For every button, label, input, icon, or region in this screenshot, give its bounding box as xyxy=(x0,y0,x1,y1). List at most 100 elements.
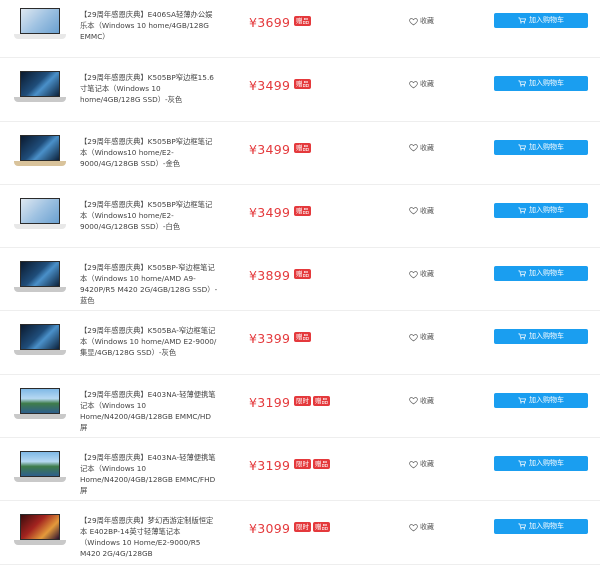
product-tags: 赠品 xyxy=(294,79,311,90)
add-to-cart-button[interactable]: 加入购物车 xyxy=(494,13,588,28)
add-to-cart-label: 加入购物车 xyxy=(529,269,564,278)
product-name-link[interactable]: 【29周年感恩庆典】K505BP窄边框笔记本（Windows10 home/E2… xyxy=(80,199,218,232)
laptop-base xyxy=(14,160,66,166)
product-list: 【29周年感恩庆典】E406SA轻薄办公娱乐本（Windows 10 home/… xyxy=(0,0,600,565)
product-row: 【29周年感恩庆典】K505BP窄边框15.6寸笔记本（Windows 10 h… xyxy=(0,58,600,122)
product-row: 【29周年感恩庆典】梦幻西游定制版恒定本 E402BP-14英寸轻薄笔记本（Wi… xyxy=(0,501,600,565)
add-to-cart-button[interactable]: 加入购物车 xyxy=(494,456,588,472)
cart-icon xyxy=(518,144,526,151)
laptop-base xyxy=(14,477,66,483)
product-thumbnail[interactable] xyxy=(14,512,66,550)
favorite-button[interactable]: 收藏 xyxy=(409,522,434,532)
product-name-link[interactable]: 【29周年感恩庆典】E403NA-轻薄便携笔记本（Windows 10 Home… xyxy=(80,389,218,433)
favorite-label: 收藏 xyxy=(420,80,434,89)
product-price: ¥3499 xyxy=(249,78,291,94)
heart-icon xyxy=(409,460,418,468)
add-to-cart-button[interactable]: 加入购物车 xyxy=(494,266,588,282)
product-name-link[interactable]: 【29周年感恩庆典】K505BP窄边框笔记本（Windows10 home/E2… xyxy=(80,136,218,169)
favorite-label: 收藏 xyxy=(420,333,434,342)
heart-icon xyxy=(409,207,418,215)
cart-icon xyxy=(518,523,526,530)
cart-icon xyxy=(518,460,526,467)
laptop-base xyxy=(14,413,66,419)
add-to-cart-label: 加入购物车 xyxy=(529,79,564,88)
favorite-button[interactable]: 收藏 xyxy=(409,332,434,342)
product-thumbnail[interactable] xyxy=(14,386,66,424)
product-tags: 赠品 xyxy=(294,16,311,26)
laptop-screen xyxy=(20,261,60,288)
add-to-cart-button[interactable]: 加入购物车 xyxy=(494,392,588,408)
product-thumbnail[interactable] xyxy=(14,6,66,44)
product-tags: 赠品 xyxy=(294,142,311,153)
product-thumbnail[interactable] xyxy=(14,322,66,360)
product-name-link[interactable]: 【29周年感恩庆典】E403NA-轻薄便携笔记本（Windows 10 Home… xyxy=(80,452,218,496)
product-tags: 限时 赠品 xyxy=(294,395,330,406)
laptop-base xyxy=(14,540,66,546)
favorite-button[interactable]: 收藏 xyxy=(409,396,434,406)
laptop-base xyxy=(14,223,66,229)
laptop-base xyxy=(14,287,66,293)
product-thumbnail[interactable] xyxy=(14,449,66,487)
promo-tag: 赠品 xyxy=(294,79,311,90)
add-to-cart-button[interactable]: 加入购物车 xyxy=(494,76,588,92)
product-thumbnail[interactable] xyxy=(14,133,66,171)
product-row: 【29周年感恩庆典】K505BA-窄边框笔记本（Windows 10 home/… xyxy=(0,311,600,375)
product-name-link[interactable]: 【29周年感恩庆典】梦幻西游定制版恒定本 E402BP-14英寸轻薄笔记本（Wi… xyxy=(80,515,218,559)
favorite-button[interactable]: 收藏 xyxy=(409,269,434,279)
add-to-cart-button[interactable]: 加入购物车 xyxy=(494,329,588,345)
cart-icon xyxy=(518,333,526,340)
add-to-cart-button[interactable]: 加入购物车 xyxy=(494,202,588,218)
product-name-link[interactable]: 【29周年感恩庆典】E406SA轻薄办公娱乐本（Windows 10 home/… xyxy=(80,9,218,42)
product-row: 【29周年感恩庆典】E403NA-轻薄便携笔记本（Windows 10 Home… xyxy=(0,375,600,439)
product-price: ¥3699 xyxy=(249,15,291,30)
cart-icon xyxy=(518,207,526,214)
favorite-button[interactable]: 收藏 xyxy=(409,206,434,216)
product-tags: 赠品 xyxy=(294,205,311,216)
add-to-cart-label: 加入购物车 xyxy=(529,332,564,341)
add-to-cart-label: 加入购物车 xyxy=(529,16,564,24)
favorite-label: 收藏 xyxy=(420,523,434,532)
promo-tag: 限时 xyxy=(294,459,311,470)
laptop-screen xyxy=(20,387,60,414)
product-row: 【29周年感恩庆典】K505BP窄边框笔记本（Windows10 home/E2… xyxy=(0,122,600,185)
favorite-button[interactable]: 收藏 xyxy=(409,459,434,469)
add-to-cart-label: 加入购物车 xyxy=(529,522,564,531)
favorite-button[interactable]: 收藏 xyxy=(409,143,434,153)
product-tags: 限时 赠品 xyxy=(294,522,330,533)
product-price: ¥3099 xyxy=(249,521,291,537)
favorite-button[interactable]: 收藏 xyxy=(409,79,434,89)
cart-icon xyxy=(518,80,526,87)
favorite-label: 收藏 xyxy=(420,270,434,279)
product-name-link[interactable]: 【29周年感恩庆典】K505BA-窄边框笔记本（Windows 10 home/… xyxy=(80,325,218,358)
product-row: 【29周年感恩庆典】K505BP窄边框笔记本（Windows10 home/E2… xyxy=(0,185,600,249)
favorite-button[interactable]: 收藏 xyxy=(409,16,434,26)
product-row: 【29周年感恩庆典】E406SA轻薄办公娱乐本（Windows 10 home/… xyxy=(0,0,600,59)
product-name-link[interactable]: 【29周年感恩庆典】K505BP-窄边框笔记本（Windows 10 home/… xyxy=(80,262,218,306)
product-tags: 限时 赠品 xyxy=(294,459,330,470)
promo-tag: 赠品 xyxy=(294,142,311,153)
laptop-screen xyxy=(20,197,60,224)
product-thumbnail[interactable] xyxy=(14,259,66,297)
add-to-cart-label: 加入购物车 xyxy=(529,142,564,151)
product-thumbnail[interactable] xyxy=(14,196,66,234)
add-to-cart-label: 加入购物车 xyxy=(529,205,564,214)
promo-tag: 赠品 xyxy=(294,205,311,216)
product-name-link[interactable]: 【29周年感恩庆典】K505BP窄边框15.6寸笔记本（Windows 10 h… xyxy=(80,72,218,105)
cart-icon xyxy=(518,17,526,24)
laptop-screen xyxy=(20,8,60,34)
promo-tag: 赠品 xyxy=(313,459,330,470)
favorite-label: 收藏 xyxy=(420,17,434,25)
heart-icon xyxy=(409,397,418,405)
add-to-cart-label: 加入购物车 xyxy=(529,459,564,468)
add-to-cart-button[interactable]: 加入购物车 xyxy=(494,519,588,535)
favorite-label: 收藏 xyxy=(420,396,434,405)
product-price: ¥3399 xyxy=(249,331,291,347)
product-tags: 赠品 xyxy=(294,269,311,280)
laptop-base xyxy=(14,97,66,103)
cart-icon xyxy=(518,397,526,404)
add-to-cart-button[interactable]: 加入购物车 xyxy=(494,139,588,155)
cart-icon xyxy=(518,270,526,277)
laptop-screen xyxy=(20,514,60,541)
product-thumbnail[interactable] xyxy=(14,69,66,107)
add-to-cart-label: 加入购物车 xyxy=(529,395,564,404)
